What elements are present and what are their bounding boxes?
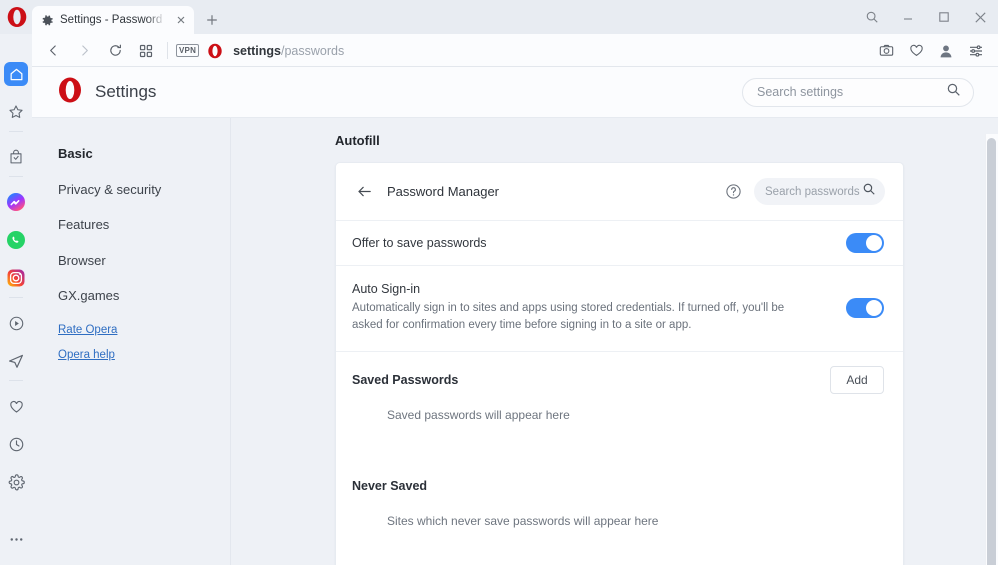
url-text[interactable]: settings/passwords bbox=[233, 44, 344, 58]
opera-logo-icon bbox=[6, 6, 28, 28]
settings-nav-item-browser[interactable]: Browser bbox=[58, 253, 230, 268]
settings-nav: Basic Privacy & security Features Browse… bbox=[32, 118, 231, 565]
opera-logo-icon bbox=[57, 76, 83, 109]
toolbar-divider bbox=[167, 42, 168, 59]
add-password-button[interactable]: Add bbox=[830, 366, 884, 394]
vpn-badge[interactable]: VPN bbox=[176, 44, 199, 56]
settings-nav-item-basic[interactable]: Basic bbox=[58, 146, 230, 161]
tab-overview-grid-icon[interactable] bbox=[132, 37, 160, 65]
back-arrow-icon[interactable] bbox=[39, 37, 67, 65]
sidebar-item-pinboards[interactable] bbox=[4, 100, 28, 124]
settings-header: Settings bbox=[32, 67, 998, 118]
snapshot-icon[interactable] bbox=[872, 37, 900, 65]
forward-arrow-icon bbox=[70, 37, 98, 65]
row-description: Automatically sign in to sites and apps … bbox=[352, 300, 816, 335]
settings-body: Basic Privacy & security Features Browse… bbox=[32, 118, 998, 565]
title-bar: Settings - Password Manag bbox=[0, 0, 998, 34]
row-text: Offer to save passwords bbox=[352, 236, 846, 250]
rate-opera-link[interactable]: Rate Opera bbox=[58, 324, 230, 336]
window-controls bbox=[854, 0, 998, 34]
settings-nav-item-features[interactable]: Features bbox=[58, 217, 230, 232]
search-icon[interactable] bbox=[854, 0, 890, 34]
sidebar-item-telegram[interactable] bbox=[4, 349, 28, 373]
auto-signin-toggle[interactable] bbox=[846, 298, 884, 318]
opera-help-link[interactable]: Opera help bbox=[58, 349, 230, 361]
heart-icon[interactable] bbox=[902, 37, 930, 65]
new-tab-button[interactable] bbox=[199, 7, 225, 33]
search-input[interactable] bbox=[757, 85, 946, 99]
easy-setup-icon[interactable] bbox=[962, 37, 990, 65]
opera-logo-icon bbox=[207, 43, 223, 59]
app-sidebar bbox=[0, 34, 32, 565]
sidebar-item-shopping[interactable] bbox=[4, 145, 28, 169]
maximize-icon[interactable] bbox=[926, 0, 962, 34]
password-search-box[interactable] bbox=[754, 178, 885, 205]
password-manager-card: Password Manager bbox=[335, 162, 904, 565]
scrollbar-thumb[interactable] bbox=[987, 138, 996, 565]
tab-strip: Settings - Password Manag bbox=[32, 4, 225, 34]
page-scrollbar[interactable] bbox=[985, 134, 998, 565]
search-passwords-input[interactable] bbox=[765, 186, 862, 198]
row-label: Auto Sign-in bbox=[352, 282, 818, 296]
search-icon[interactable] bbox=[862, 182, 876, 201]
gear-icon bbox=[41, 14, 54, 27]
profile-avatar-icon[interactable] bbox=[932, 37, 960, 65]
sidebar-item-player[interactable] bbox=[4, 311, 28, 335]
section-title-autofill: Autofill bbox=[335, 133, 998, 148]
sidebar-item-messenger[interactable] bbox=[4, 190, 28, 214]
close-icon[interactable] bbox=[174, 13, 188, 27]
close-icon[interactable] bbox=[962, 0, 998, 34]
toggle-knob bbox=[866, 300, 882, 316]
sidebar-item-more[interactable] bbox=[4, 527, 28, 551]
settings-brand: Settings bbox=[32, 76, 156, 109]
sidebar-item-favorites[interactable] bbox=[4, 394, 28, 418]
offer-to-save-passwords-toggle[interactable] bbox=[846, 233, 884, 253]
sidebar-item-whatsapp[interactable] bbox=[4, 228, 28, 252]
toggle-knob bbox=[866, 235, 882, 251]
address-bar: VPN settings/passwords bbox=[32, 34, 998, 67]
url-path: /passwords bbox=[281, 44, 344, 58]
help-circle-icon[interactable] bbox=[724, 182, 743, 201]
minimize-icon[interactable] bbox=[890, 0, 926, 34]
sidebar-item-settings[interactable] bbox=[4, 470, 28, 494]
sidebar-divider bbox=[9, 297, 23, 298]
saved-passwords-title: Saved Passwords bbox=[352, 373, 458, 387]
browser-window: Settings - Password Manag bbox=[0, 0, 998, 565]
saved-passwords-empty-text: Saved passwords will appear here bbox=[336, 408, 903, 458]
settings-nav-item-privacy-security[interactable]: Privacy & security bbox=[58, 182, 230, 197]
settings-content: Autofill Password Manager bbox=[231, 118, 998, 565]
card-title: Password Manager bbox=[387, 184, 499, 199]
settings-search-box[interactable] bbox=[742, 78, 974, 107]
reload-icon[interactable] bbox=[101, 37, 129, 65]
row-text: Auto Sign-in Automatically sign in to si… bbox=[352, 282, 846, 335]
search-icon[interactable] bbox=[946, 82, 961, 102]
sidebar-divider bbox=[9, 131, 23, 132]
never-saved-title: Never Saved bbox=[352, 479, 427, 493]
row-label: Offer to save passwords bbox=[352, 236, 818, 250]
back-arrow-icon[interactable] bbox=[353, 181, 375, 203]
setting-row-offer-to-save[interactable]: Offer to save passwords bbox=[336, 221, 903, 266]
tab-title: Settings - Password Manag bbox=[60, 14, 168, 26]
sidebar-divider bbox=[9, 176, 23, 177]
url-host: settings bbox=[233, 44, 281, 58]
settings-nav-item-gx-games[interactable]: GX.games bbox=[58, 288, 230, 303]
browser-tab[interactable]: Settings - Password Manag bbox=[32, 6, 194, 34]
settings-nav-links: Rate Opera Opera help bbox=[58, 324, 230, 361]
setting-row-auto-signin[interactable]: Auto Sign-in Automatically sign in to si… bbox=[336, 266, 903, 352]
sidebar-divider bbox=[9, 380, 23, 381]
toolbar-right-icons bbox=[870, 37, 998, 65]
card-header: Password Manager bbox=[336, 163, 903, 221]
page-title: Settings bbox=[95, 82, 156, 102]
card-header-actions bbox=[724, 178, 885, 205]
saved-passwords-header: Saved Passwords Add bbox=[336, 352, 903, 408]
sidebar-item-history[interactable] bbox=[4, 432, 28, 456]
never-saved-header: Never Saved bbox=[336, 458, 903, 514]
sidebar-item-instagram[interactable] bbox=[4, 266, 28, 290]
never-saved-empty-text: Sites which never save passwords will ap… bbox=[336, 514, 903, 528]
sidebar-item-home[interactable] bbox=[4, 62, 28, 86]
settings-page: Settings Basic Privacy & security Featur… bbox=[32, 67, 998, 565]
